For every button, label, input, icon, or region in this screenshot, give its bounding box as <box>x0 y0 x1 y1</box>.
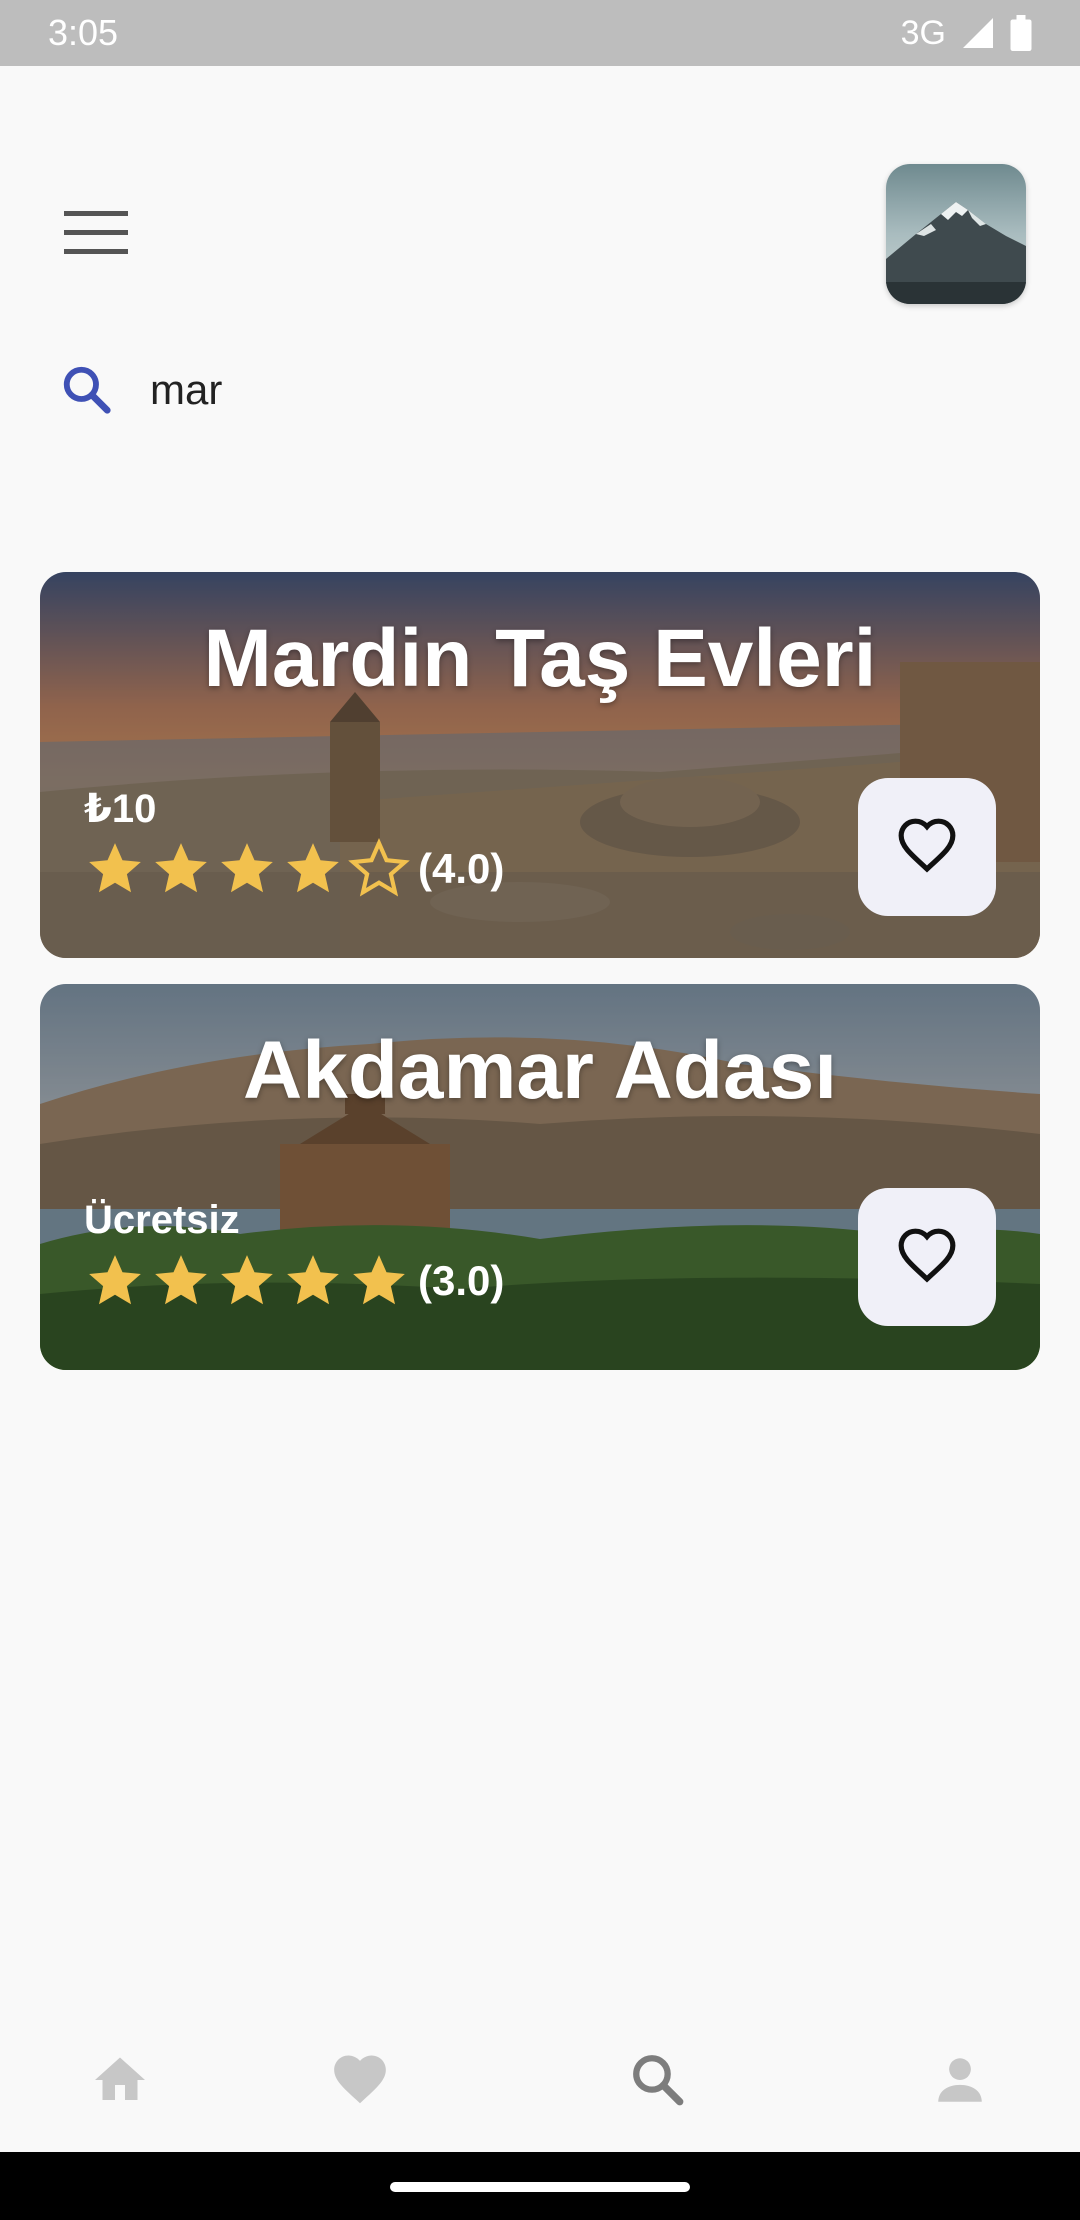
star-filled-icon <box>89 1255 141 1305</box>
profile-avatar[interactable] <box>886 164 1026 304</box>
gesture-navigation-bar <box>0 2152 1080 2220</box>
nav-home[interactable] <box>80 2040 160 2120</box>
heart-outline-icon <box>898 818 956 873</box>
battery-icon <box>1010 15 1032 51</box>
person-icon <box>938 2058 982 2102</box>
favorite-button[interactable] <box>858 778 996 916</box>
rating-row: (3.0) <box>84 1246 504 1316</box>
star-filled-icon <box>221 843 273 893</box>
network-type: 3G <box>900 13 946 52</box>
card-title: Mardin Taş Evleri <box>203 613 877 704</box>
card-price: ₺10 <box>84 787 157 831</box>
card-price: Ücretsiz <box>84 1198 240 1242</box>
mountain-avatar-image <box>886 164 1026 304</box>
place-card-mardin[interactable]: Mardin Taş Evleri ₺10 (4.0) <box>40 572 1040 958</box>
search-icon[interactable] <box>56 359 118 421</box>
star-filled-icon <box>221 1255 273 1305</box>
hamburger-menu-icon <box>64 211 128 254</box>
status-time: 3:05 <box>48 12 119 53</box>
menu-button[interactable] <box>56 200 136 266</box>
rating-value: (4.0) <box>418 845 505 892</box>
nav-favorites[interactable] <box>320 2040 400 2120</box>
star-filled-icon <box>287 1255 339 1305</box>
nav-search[interactable] <box>618 2040 698 2120</box>
bottom-navigation <box>0 2010 1080 2150</box>
search-input[interactable] <box>150 355 970 425</box>
star-filled-icon <box>155 843 207 893</box>
search-icon <box>633 2055 684 2106</box>
star-outline-icon <box>348 838 410 897</box>
home-icon <box>95 2057 145 2100</box>
nav-profile[interactable] <box>920 2040 1000 2120</box>
star-filled-icon <box>353 1255 405 1305</box>
rating-row: (4.0) <box>84 834 504 904</box>
status-bar: 3:05 3G <box>0 0 1080 66</box>
heart-outline-icon <box>898 1228 956 1283</box>
rating-value: (3.0) <box>418 1257 505 1304</box>
card-title: Akdamar Adası <box>243 1025 837 1116</box>
heart-icon <box>334 2055 386 2104</box>
place-card-akdamar[interactable]: Akdamar Adası Ücretsiz (3.0) <box>40 984 1040 1370</box>
status-indicators: 3G <box>901 14 1032 53</box>
star-filled-icon <box>89 843 141 893</box>
favorite-button[interactable] <box>858 1188 996 1326</box>
search-bar <box>56 350 1026 430</box>
star-filled-icon <box>155 1255 207 1305</box>
star-filled-icon <box>287 843 339 893</box>
signal-icon <box>963 18 993 48</box>
home-gesture-pill[interactable] <box>390 2182 690 2192</box>
